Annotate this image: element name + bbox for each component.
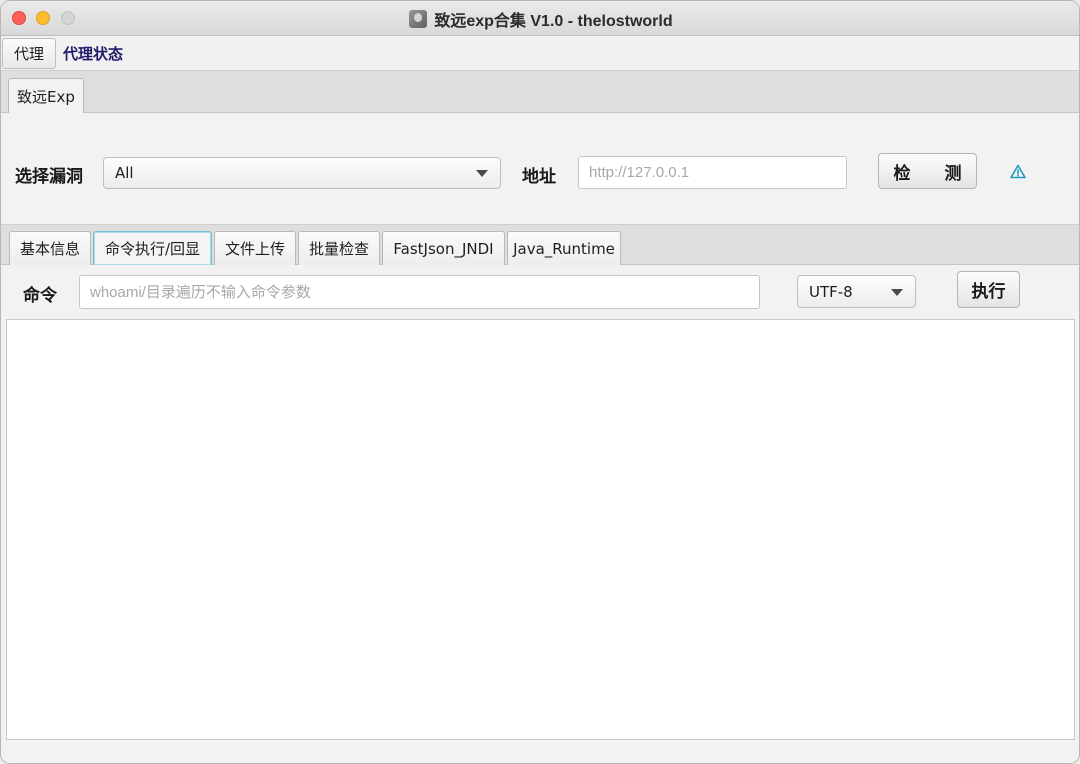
address-input[interactable] (578, 156, 847, 189)
tab-seeyon-exp[interactable]: 致远Exp (8, 78, 84, 113)
warning-triangle-icon[interactable] (1010, 164, 1026, 179)
tab-file-upload[interactable]: 文件上传 (214, 231, 296, 265)
menu-proxy[interactable]: 代理 (2, 38, 56, 69)
command-input[interactable] (79, 275, 760, 309)
encoding-select[interactable]: UTF-8 (797, 275, 916, 308)
chevron-down-icon (891, 288, 903, 296)
command-output-area[interactable] (6, 319, 1075, 740)
main-tab-strip: 致远Exp (1, 71, 1079, 113)
tab-command-exec[interactable]: 命令执行/回显 (93, 231, 212, 265)
function-tab-strip: 基本信息 命令执行/回显 文件上传 批量检查 FastJson_JNDI Jav… (1, 224, 1079, 265)
menu-bar: 代理 代理状态 (1, 36, 1079, 71)
title-bar: 致远exp合集 V1.0 - thelostworld (1, 1, 1079, 36)
vuln-select-value: All (115, 164, 134, 182)
tab-batch-check[interactable]: 批量检查 (298, 231, 380, 265)
vuln-select[interactable]: All (103, 157, 501, 189)
command-label: 命令 (23, 286, 57, 306)
chevron-down-icon (476, 170, 488, 177)
app-window: 致远exp合集 V1.0 - thelostworld 代理 代理状态 致远Ex… (0, 0, 1080, 764)
address-label: 地址 (522, 167, 556, 187)
app-icon (409, 9, 428, 28)
detect-button[interactable]: 检 测 (878, 153, 977, 189)
tab-fastjson-jndi[interactable]: FastJson_JNDI (382, 231, 505, 265)
tab-basic-info[interactable]: 基本信息 (9, 231, 91, 265)
vuln-select-label: 选择漏洞 (15, 167, 83, 187)
execute-button[interactable]: 执行 (957, 271, 1020, 308)
window-title: 致远exp合集 V1.0 - thelostworld (434, 12, 673, 30)
encoding-select-value: UTF-8 (809, 282, 853, 301)
tab-java-runtime[interactable]: Java_Runtime (507, 231, 621, 265)
menu-proxy-status[interactable]: 代理状态 (63, 36, 123, 71)
title-wrap: 致远exp合集 V1.0 - thelostworld (1, 1, 1079, 36)
